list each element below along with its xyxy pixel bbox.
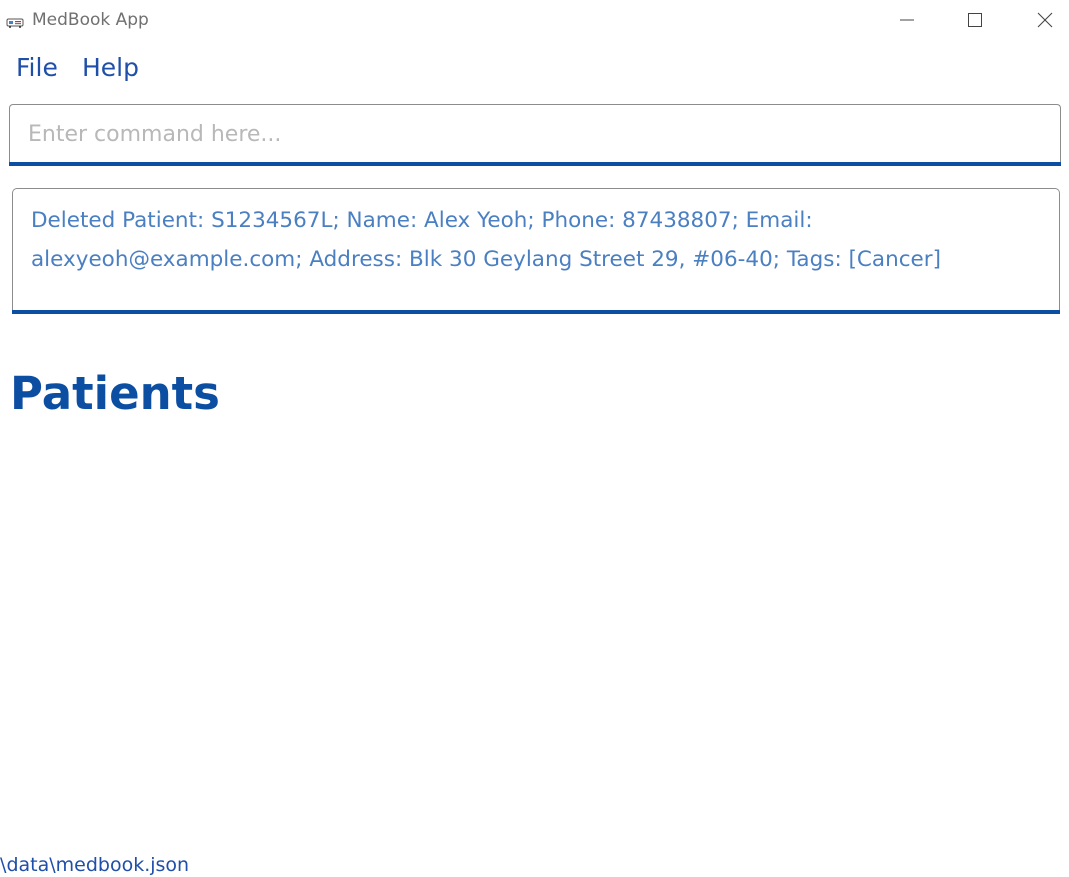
result-display: Deleted Patient: S1234567L; Name: Alex Y… [12,188,1060,314]
patients-heading: Patients [10,367,220,420]
maximize-icon [968,13,982,27]
command-box [9,104,1061,166]
menu-help[interactable]: Help [82,54,139,82]
command-input[interactable] [28,119,1028,149]
patient-list[interactable] [10,430,1060,850]
app-window: MedBook App File Help Deleted Patient: S… [0,0,1069,877]
maximize-button[interactable] [940,0,1010,40]
result-message: Deleted Patient: S1234567L; Name: Alex Y… [31,208,942,272]
status-bar-file-path: .\data\medbook.json [0,854,190,876]
minimize-button[interactable] [872,0,942,40]
menu-file[interactable]: File [16,54,58,82]
close-icon [1037,12,1053,28]
minimize-icon [900,19,914,21]
app-icon [6,13,24,28]
title-bar[interactable]: MedBook App [0,0,1069,40]
close-button[interactable] [1010,0,1069,40]
window-title: MedBook App [32,10,149,30]
